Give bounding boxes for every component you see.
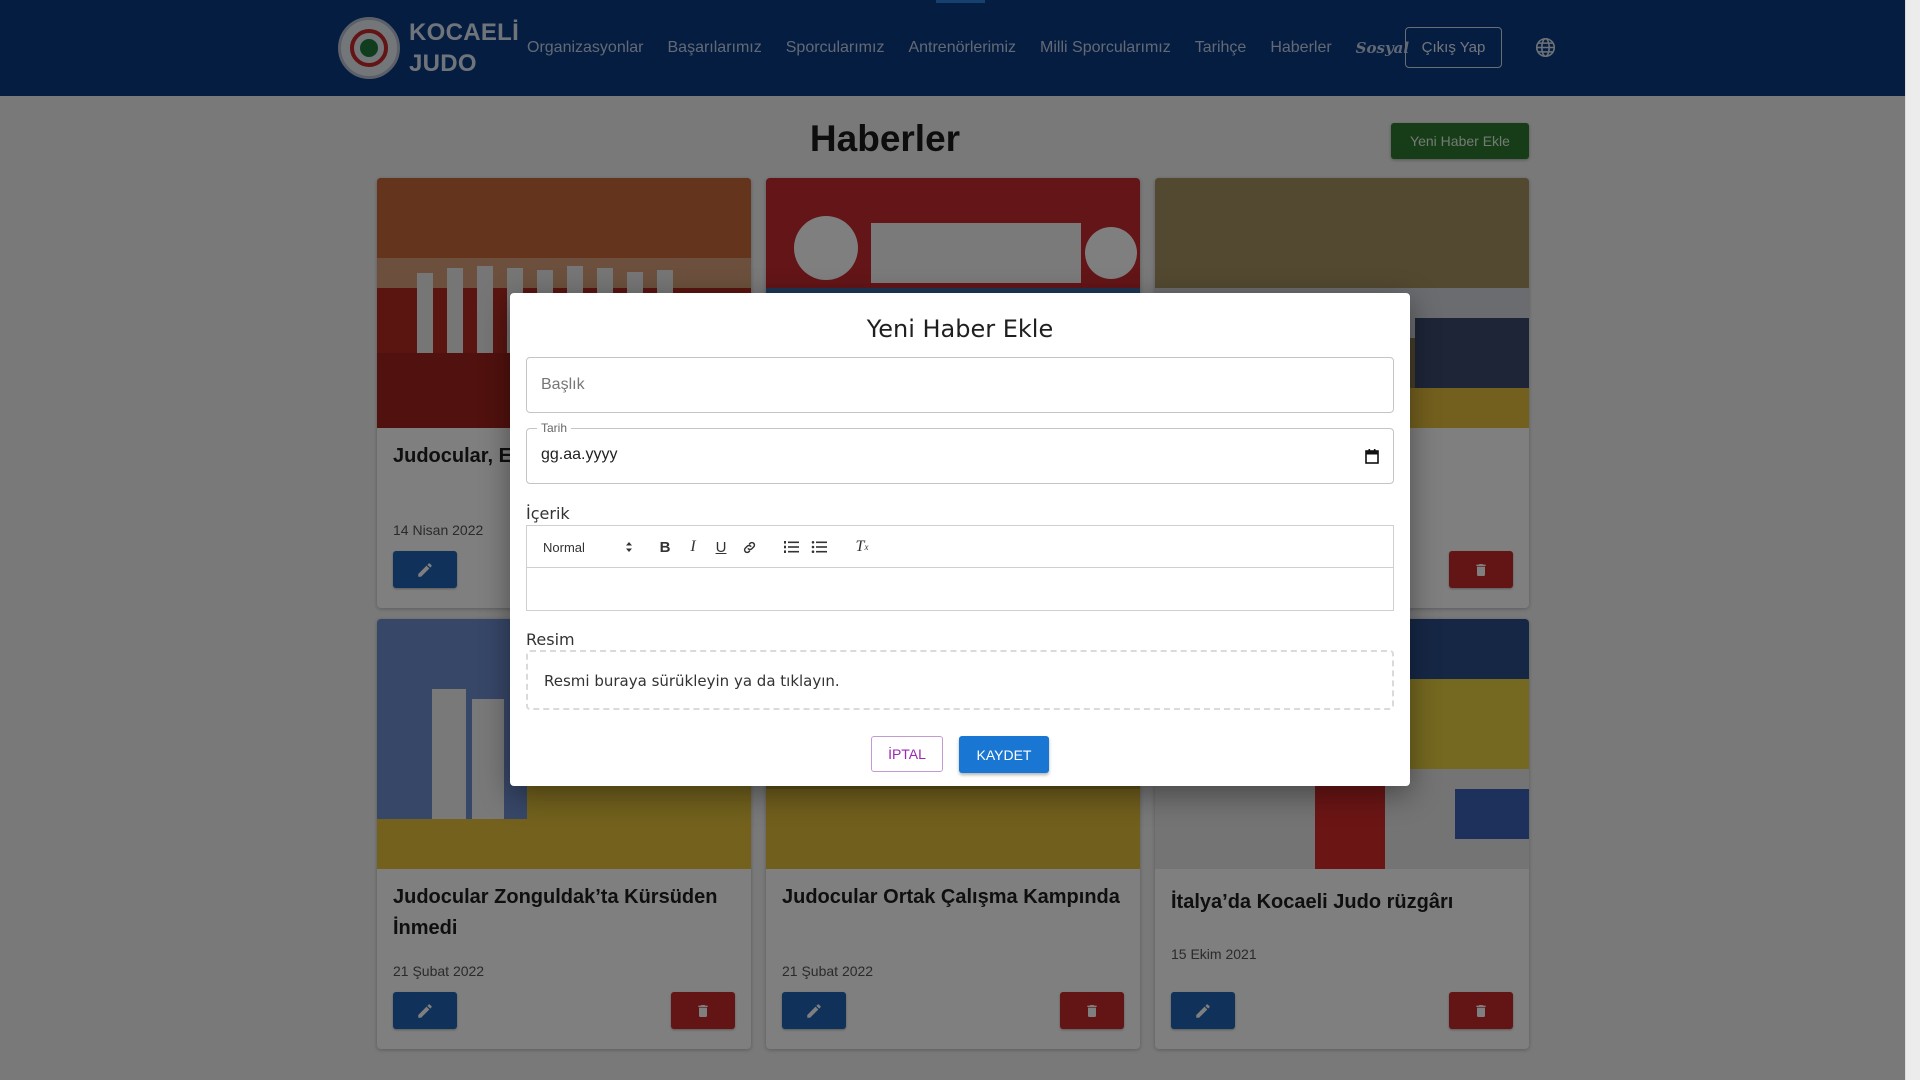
editor-toolbar: Normal B I U Tx [527, 526, 1393, 568]
dialog-title: Yeni Haber Ekle [866, 315, 1054, 343]
bold-icon[interactable]: B [655, 536, 675, 558]
content-label: İçerik [526, 504, 570, 523]
image-drop-zone[interactable]: Resmi buraya sürükleyin ya da tıklayın. [526, 650, 1394, 710]
date-input[interactable]: gg.aa.yyyy [541, 446, 617, 464]
image-label: Resim [526, 630, 575, 649]
add-news-dialog: Yeni Haber Ekle Tarih gg.aa.yyyy İçerik … [510, 293, 1410, 786]
ordered-list-icon[interactable] [781, 536, 801, 558]
title-input[interactable] [527, 358, 1393, 412]
title-field[interactable] [526, 357, 1394, 413]
drop-zone-text: Resmi buraya sürükleyin ya da tıklayın. [544, 672, 840, 690]
bullet-list-icon[interactable] [809, 536, 829, 558]
link-icon[interactable] [739, 536, 759, 558]
format-select-value: Normal [543, 539, 585, 555]
save-button[interactable]: KAYDET [959, 736, 1049, 773]
updown-icon [626, 542, 632, 552]
italic-icon[interactable]: I [683, 536, 703, 558]
format-select[interactable]: Normal [543, 536, 633, 558]
calendar-icon[interactable] [1365, 448, 1379, 464]
underline-icon[interactable]: U [711, 536, 731, 558]
page-scrollbar[interactable] [1905, 0, 1920, 1080]
clear-format-icon[interactable]: Tx [851, 536, 873, 558]
cancel-button[interactable]: İPTAL [871, 736, 943, 772]
date-field[interactable]: Tarih gg.aa.yyyy [526, 421, 1394, 484]
date-label: Tarih [537, 421, 572, 435]
rich-text-editor: Normal B I U Tx [526, 525, 1394, 611]
